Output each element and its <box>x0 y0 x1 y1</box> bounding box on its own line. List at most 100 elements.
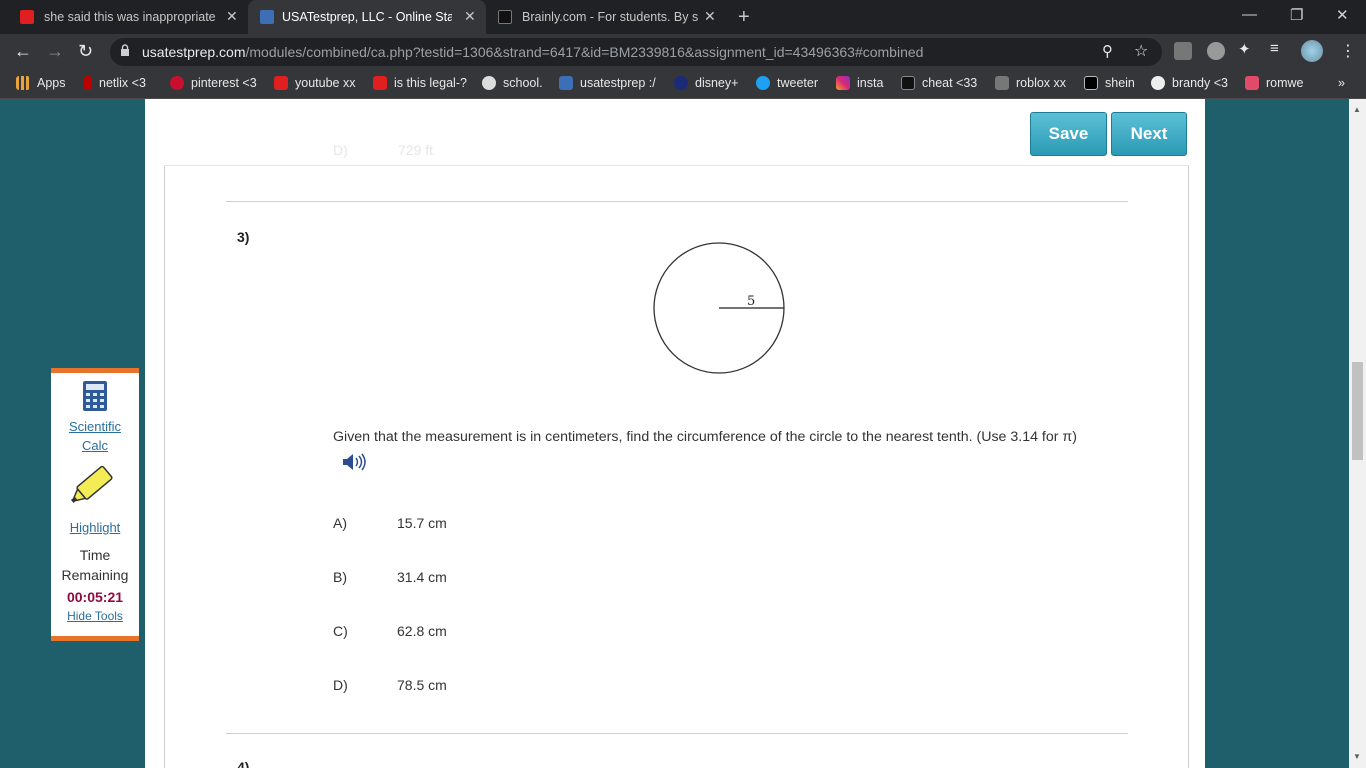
profile-avatar[interactable] <box>1301 40 1323 62</box>
tab-title: USATestprep, LLC - Online State- <box>282 10 452 24</box>
question-number: 3) <box>237 229 250 245</box>
instagram-icon <box>836 76 850 90</box>
highlighter-icon[interactable] <box>65 457 125 513</box>
answer-choice-a[interactable]: A) 15.7 cm <box>333 515 447 531</box>
brainly-icon <box>498 10 512 24</box>
answer-choice-d[interactable]: D) 78.5 cm <box>333 677 447 693</box>
reload-icon[interactable]: ↻ <box>78 41 93 62</box>
minimize-icon[interactable]: — <box>1242 6 1257 23</box>
choice-value: 15.7 cm <box>397 515 447 531</box>
globe-icon <box>482 76 496 90</box>
pinterest-icon <box>170 76 184 90</box>
calculator-icon[interactable] <box>82 380 108 412</box>
tools-panel: Scientific Calc Highlight Time Remaining 0… <box>51 368 139 641</box>
tab-title: she said this was inappropriate... <box>44 10 216 24</box>
window-close-icon[interactable]: ✕ <box>1336 6 1349 24</box>
restore-icon[interactable]: ❐ <box>1290 6 1303 24</box>
bookmark-item[interactable]: pinterest <3 <box>170 76 257 90</box>
answer-choice-c[interactable]: C) 62.8 cm <box>333 623 447 639</box>
browser-toolbar: ← → ↻ usatestprep.com/modules/combined/c… <box>0 34 1366 70</box>
more-bookmarks-icon[interactable]: » <box>1338 76 1345 90</box>
bookmark-star-icon[interactable]: ☆ <box>1134 41 1148 61</box>
youtube-icon <box>274 76 288 90</box>
choice-label: A) <box>333 515 347 531</box>
choice-value: 78.5 cm <box>397 677 447 693</box>
back-icon[interactable]: ← <box>14 41 32 62</box>
romwe-icon <box>1245 76 1259 90</box>
scrollbar-thumb[interactable] <box>1352 362 1363 460</box>
bookmark-item[interactable]: tweeter <box>756 76 818 90</box>
bookmark-item[interactable]: shein <box>1084 76 1135 90</box>
page-viewport: D) 729 ft 3) 5 Given that the measuremen… <box>0 99 1366 768</box>
highlight-link[interactable]: Highlight <box>51 518 139 537</box>
divider <box>226 201 1128 202</box>
previous-choice-label: D) <box>333 142 348 158</box>
media-icon[interactable]: ≡ <box>1270 40 1288 58</box>
question-text: Given that the measurement is in centime… <box>333 429 1077 445</box>
roblox-icon <box>995 76 1009 90</box>
bookmark-item[interactable]: insta <box>836 76 883 90</box>
twitter-icon <box>756 76 770 90</box>
extension-icon[interactable] <box>1207 42 1225 60</box>
speaker-icon[interactable] <box>340 451 366 473</box>
menu-icon[interactable]: ⋮ <box>1340 41 1356 61</box>
brainly-icon <box>901 76 915 90</box>
scroll-down-icon[interactable]: ▼ <box>1353 752 1361 761</box>
time-remaining-label: Time Remaining <box>61 547 129 583</box>
answer-choice-b[interactable]: B) 31.4 cm <box>333 569 447 585</box>
bookmarks-bar: Apps netlix <3 pinterest <3 youtube xx i… <box>0 70 1366 99</box>
browser-tab-3[interactable]: Brainly.com - For students. By stu ✕ <box>486 0 726 34</box>
browser-tab-1[interactable]: she said this was inappropriate... ✕ <box>0 0 248 34</box>
bookmark-item[interactable]: romwe <box>1245 76 1304 90</box>
netflix-icon <box>84 76 92 90</box>
youtube-icon <box>373 76 387 90</box>
bookmark-item[interactable]: brandy <3 <box>1151 76 1228 90</box>
url-text: usatestprep.com/modules/combined/ca.php?… <box>142 44 924 60</box>
shein-icon <box>1084 76 1098 90</box>
time-remaining-value: 00:05:21 <box>66 589 124 605</box>
close-tab-icon[interactable]: ✕ <box>704 8 716 25</box>
address-bar[interactable]: usatestprep.com/modules/combined/ca.php?… <box>110 38 1162 66</box>
choice-label: B) <box>333 569 347 585</box>
close-tab-icon[interactable]: ✕ <box>226 8 238 25</box>
usatestprep-icon <box>559 76 573 90</box>
previous-choice-value: 729 ft <box>398 142 434 158</box>
bookmark-item[interactable]: netlix <3 <box>84 76 146 90</box>
bookmark-item[interactable]: usatestprep :/ <box>559 76 656 90</box>
puzzle-icon[interactable]: ✦ <box>1238 40 1256 58</box>
choice-value: 31.4 cm <box>397 569 447 585</box>
browser-tab-2[interactable]: USATestprep, LLC - Online State- ✕ <box>248 0 486 34</box>
choice-label: C) <box>333 623 348 639</box>
choice-label: D) <box>333 677 348 693</box>
bookmark-item[interactable]: disney+ <box>674 76 738 90</box>
heart-icon <box>1151 76 1165 90</box>
circle-figure: 5 <box>653 242 785 374</box>
extension-icon[interactable] <box>1174 42 1192 60</box>
save-button[interactable]: Save <box>1030 112 1107 156</box>
apps-grid-icon <box>16 76 30 90</box>
bookmark-item[interactable]: cheat <33 <box>901 76 977 90</box>
bookmark-item[interactable]: youtube xx <box>274 76 355 90</box>
choice-value: 62.8 cm <box>397 623 447 639</box>
bookmark-item[interactable]: roblox xx <box>995 76 1066 90</box>
next-button[interactable]: Next <box>1111 112 1187 156</box>
forward-icon[interactable]: → <box>46 41 64 62</box>
next-question-number: 4) <box>237 759 250 768</box>
youtube-icon <box>20 10 34 24</box>
hide-tools-link[interactable]: Hide Tools <box>51 607 139 626</box>
radius-label: 5 <box>747 294 755 309</box>
divider <box>226 733 1128 734</box>
disney-icon <box>674 76 688 90</box>
zoom-icon[interactable]: ⚲ <box>1102 42 1113 60</box>
lock-icon <box>121 44 129 56</box>
scientific-calc-link[interactable]: Scientific Calc <box>51 417 139 455</box>
scroll-up-icon[interactable]: ▲ <box>1353 105 1361 114</box>
bookmark-item[interactable]: is this legal-? <box>373 76 467 90</box>
tab-title: Brainly.com - For students. By stu <box>522 10 698 24</box>
usatestprep-icon <box>260 10 274 24</box>
tab-strip: she said this was inappropriate... ✕ USA… <box>0 0 1366 34</box>
bookmark-item[interactable]: school. <box>482 76 543 90</box>
close-tab-icon[interactable]: ✕ <box>464 8 476 25</box>
bookmark-apps[interactable]: Apps <box>16 76 66 90</box>
new-tab-icon[interactable]: + <box>738 6 750 29</box>
